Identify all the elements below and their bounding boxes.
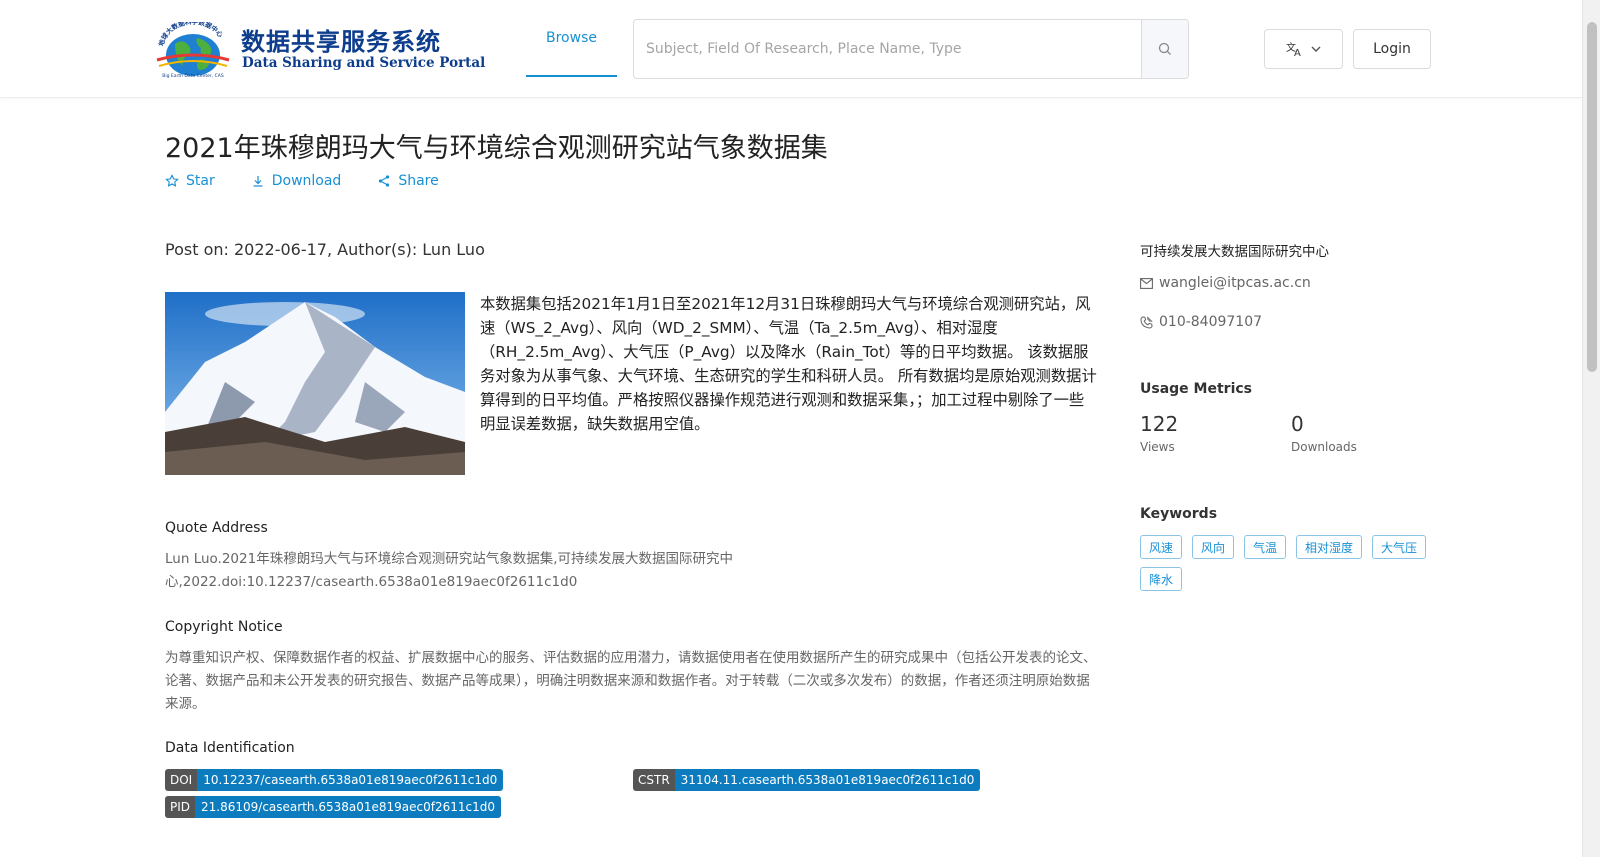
usage-metrics-title: Usage Metrics [1140, 381, 1252, 397]
keyword-tag[interactable]: 相对湿度 [1296, 535, 1363, 559]
mountain-image [165, 292, 465, 475]
site-header: 地球大数据科学数据中心 Big Earth Data Center, CAS 数… [0, 0, 1582, 98]
keyword-tag[interactable]: 气温 [1244, 535, 1287, 559]
pid-badge[interactable]: PID 21.86109/casearth.6538a01e819aec0f26… [165, 796, 501, 818]
login-button[interactable]: Login [1353, 29, 1431, 69]
pid-value: 21.86109/casearth.6538a01e819aec0f2611c1… [195, 796, 501, 818]
download-label: Download [271, 173, 342, 189]
views-label: Views [1140, 440, 1175, 454]
doi-value: 10.12237/casearth.6538a01e819aec0f2611c1… [197, 769, 504, 791]
quote-title: Quote Address [165, 520, 268, 536]
quote-text: Lun Luo.2021年珠穆朗玛大气与环境综合观测研究站气象数据集,可持续发展… [165, 551, 733, 590]
email-contact[interactable]: wanglei@itpcas.ac.cn [1140, 275, 1311, 291]
dataset-description: 本数据集包括2021年1月1日至2021年12月31日珠穆朗玛大气与环境综合观测… [480, 295, 1097, 433]
keyword-tag[interactable]: 风速 [1140, 535, 1183, 559]
share-button[interactable]: Share [377, 173, 439, 189]
identification-title: Data Identification [165, 740, 295, 756]
star-button[interactable]: Star [165, 173, 215, 189]
logo-cn-text: 数据共享服务系统 [241, 27, 441, 56]
page-scrollbar[interactable] [1582, 0, 1600, 857]
chevron-down-icon [1311, 46, 1320, 52]
search-button[interactable] [1141, 20, 1188, 78]
downloads-label: Downloads [1291, 440, 1357, 454]
dataset-title: 2021年珠穆朗玛大气与环境综合观测研究站气象数据集 [165, 133, 828, 164]
organization-name: 可持续发展大数据国际研究中心 [1140, 244, 1329, 260]
mail-icon [1140, 277, 1153, 289]
cstr-key: CSTR [633, 769, 675, 791]
star-label: Star [186, 173, 215, 189]
downloads-count: 0 [1291, 412, 1304, 436]
share-icon [379, 175, 390, 187]
copyright-text: 为尊重知识产权、保障数据作者的权益、扩展数据中心的服务、评估数据的应用潜力，请数… [165, 650, 1097, 712]
keyword-tag[interactable]: 降水 [1140, 567, 1183, 591]
views-metric: 122 Views [1140, 412, 1178, 454]
globe-logo-icon: 地球大数据科学数据中心 Big Earth Data Center, CAS [156, 22, 230, 78]
translate-icon: 文 A [1286, 41, 1301, 57]
dataset-thumbnail [165, 292, 465, 475]
nav-browse-tab[interactable]: Browse [526, 0, 617, 77]
svg-text:A: A [1294, 48, 1301, 57]
download-button[interactable]: Download [251, 173, 342, 189]
phone-contact: 010-84097107 [1140, 314, 1262, 330]
doi-badge[interactable]: DOI 10.12237/casearth.6538a01e819aec0f26… [165, 769, 504, 791]
downloads-metric: 0 Downloads [1291, 412, 1357, 454]
email-text: wanglei@itpcas.ac.cn [1159, 275, 1311, 291]
keyword-tag[interactable]: 大气压 [1372, 535, 1427, 559]
phone-text: 010-84097107 [1159, 314, 1263, 330]
doi-key: DOI [165, 769, 198, 791]
star-icon [165, 174, 179, 187]
share-label: Share [398, 173, 439, 189]
pid-key: PID [165, 796, 196, 818]
cstr-value: 31104.11.casearth.6538a01e819aec0f2611c1… [674, 769, 981, 791]
copyright-title: Copyright Notice [165, 619, 283, 635]
scrollbar-thumb[interactable] [1587, 22, 1597, 372]
download-icon [253, 176, 263, 187]
search-bar [633, 19, 1189, 79]
logo-en-text: Data Sharing and Service Portal [242, 55, 486, 71]
post-info: Post on: 2022-06-17, Author(s): Lun Luo [165, 240, 485, 259]
keyword-tag[interactable]: 风向 [1192, 535, 1235, 559]
cstr-badge[interactable]: CSTR 31104.11.casearth.6538a01e819aec0f2… [633, 769, 981, 791]
search-icon [1158, 42, 1171, 55]
keywords-title: Keywords [1140, 506, 1218, 522]
views-count: 122 [1140, 412, 1179, 436]
phone-icon [1140, 315, 1153, 328]
svg-text:Big Earth Data Center, CAS: Big Earth Data Center, CAS [162, 73, 224, 78]
search-input[interactable] [634, 20, 1141, 78]
dataset-actions: Star Download Share [165, 173, 475, 189]
language-switcher[interactable]: 文 A [1264, 29, 1343, 69]
site-logo[interactable]: 地球大数据科学数据中心 Big Earth Data Center, CAS 数… [153, 18, 485, 80]
